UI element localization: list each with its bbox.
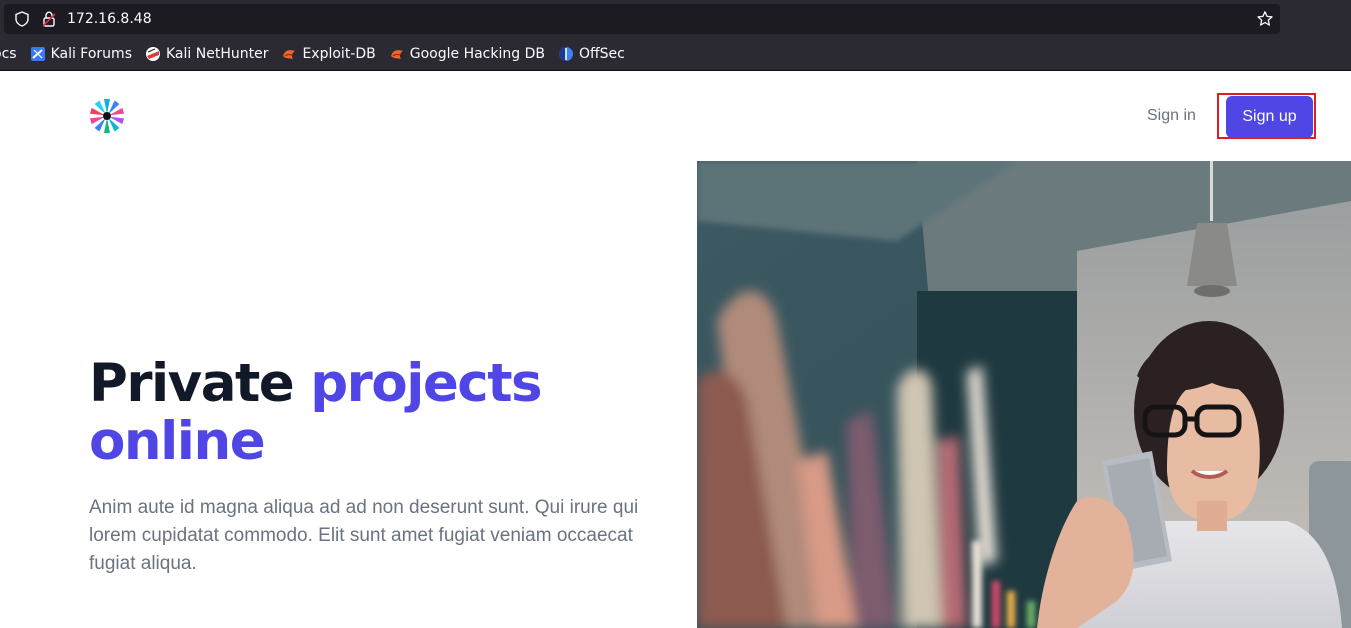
insecure-lock-icon[interactable]	[41, 10, 57, 28]
address-bar[interactable]: 172.16.8.48	[4, 4, 1280, 34]
kali-forums-icon	[30, 47, 45, 61]
offsec-icon	[558, 47, 573, 61]
bookmark-google-hacking-db[interactable]: Google Hacking DB	[389, 46, 545, 62]
shield-icon[interactable]	[14, 11, 30, 27]
bookmark-label: Kali NetHunter	[166, 46, 269, 62]
exploit-db-icon	[283, 50, 296, 59]
bookmark-label: Kali Forums	[50, 46, 132, 62]
hero-description: Anim aute id magna aliqua ad ad non dese…	[89, 497, 639, 574]
bookmark-exploit-db[interactable]: Exploit-DB	[281, 46, 376, 62]
bookmark-offsec[interactable]: OffSec	[558, 46, 625, 62]
bookmark-label: ocs	[0, 46, 17, 62]
web-page: Sign in Sign up Private projects online …	[0, 71, 1351, 628]
bookmark-kali-nethunter[interactable]: Kali NetHunter	[145, 46, 268, 62]
hero-photo	[697, 161, 1351, 628]
bookmark-label: Exploit-DB	[302, 46, 376, 62]
bookmark-star-icon[interactable]	[1256, 10, 1274, 28]
sign-up-button[interactable]: Sign up	[1226, 96, 1313, 138]
hero-title: Private projects online	[89, 355, 689, 471]
bookmark-docs[interactable]: ocs	[0, 46, 17, 62]
bookmark-label: Google Hacking DB	[409, 46, 545, 62]
bookmarks-toolbar: ocs Kali Forums Kali NetHunter Exploit	[0, 40, 1351, 68]
ghdb-icon	[390, 50, 403, 59]
brand-logo-icon[interactable]	[89, 98, 125, 134]
bookmark-label: OffSec	[578, 46, 625, 62]
url-text[interactable]: 172.16.8.48	[67, 10, 152, 28]
kali-nethunter-icon	[146, 47, 160, 61]
hero-title-part1: Private	[89, 353, 295, 414]
browser-chrome: 172.16.8.48 ocs Kali Forums Kali NetHunt…	[0, 0, 1351, 71]
bookmark-kali-forums[interactable]: Kali Forums	[30, 46, 132, 62]
sign-in-link[interactable]: Sign in	[1147, 105, 1196, 127]
